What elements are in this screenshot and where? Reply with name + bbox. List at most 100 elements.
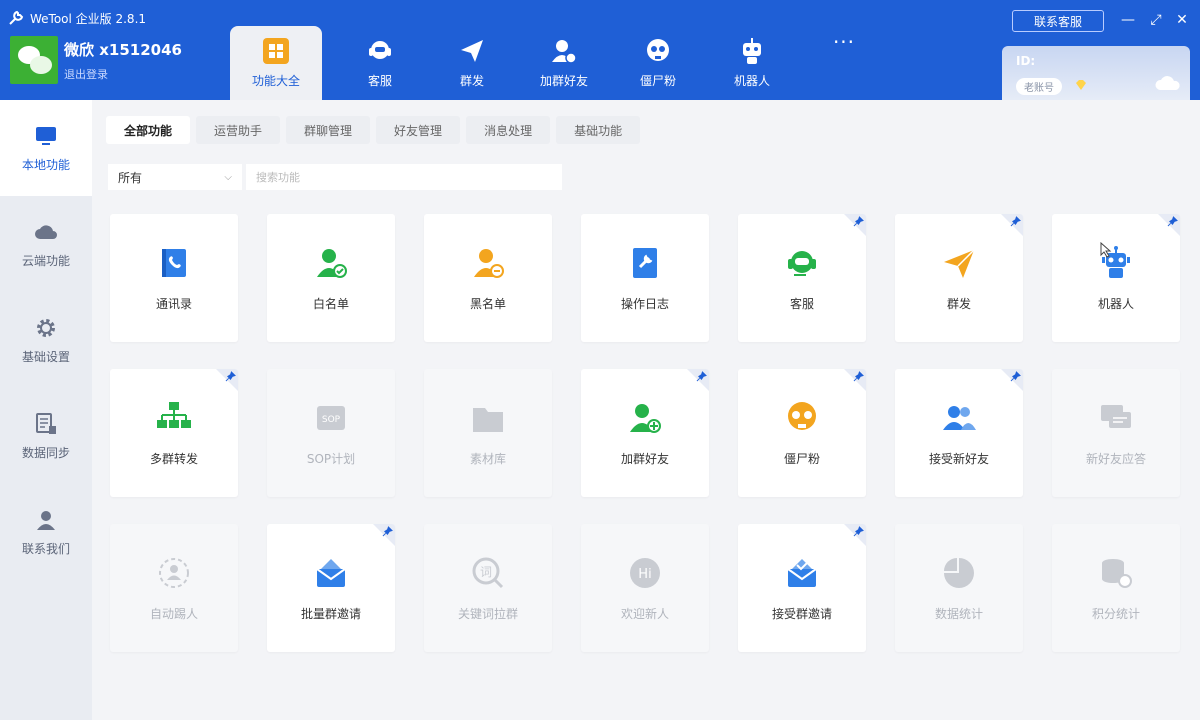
function-card[interactable]: 词关键词拉群	[424, 524, 552, 652]
search-input[interactable]	[246, 164, 562, 190]
sidebar-item-data-sync[interactable]: 数据同步	[0, 388, 92, 484]
function-card[interactable]: 黑名单	[424, 214, 552, 342]
sidebar-item-cloud-functions[interactable]: 云端功能	[0, 196, 92, 292]
headset-icon	[369, 41, 391, 59]
category-select[interactable]: 所有 ⌵	[108, 164, 242, 190]
sub-tab-friend-management[interactable]: 好友管理	[376, 116, 461, 144]
top-tab-label: 功能大全	[251, 74, 300, 88]
function-card-label: 群发	[946, 296, 971, 311]
function-card[interactable]: 接受群邀请	[738, 524, 866, 652]
top-tab-functions[interactable]: 功能大全	[230, 26, 322, 100]
function-card[interactable]: 客服	[738, 214, 866, 342]
function-card[interactable]: 多群转发	[110, 369, 238, 497]
more-tabs-button[interactable]: ···	[798, 26, 890, 100]
send-icon	[944, 248, 975, 278]
function-card-label: 新好友应答	[1085, 451, 1146, 466]
pin-icon[interactable]	[844, 214, 866, 236]
contact-service-button[interactable]: 联系客服	[1012, 10, 1104, 32]
pin-icon[interactable]	[1001, 214, 1023, 236]
function-card[interactable]: 批量群邀请	[267, 524, 395, 652]
skull-icon	[647, 39, 669, 61]
function-card[interactable]: 白名单	[267, 214, 395, 342]
folder-icon	[473, 407, 503, 432]
diamond-icon	[1076, 80, 1086, 90]
sub-tab-operations[interactable]: 运营助手	[196, 116, 281, 144]
top-tab-robot[interactable]: 机器人	[706, 26, 798, 100]
function-card[interactable]: 自动踢人	[110, 524, 238, 652]
kick-user-icon	[159, 557, 189, 588]
function-card-label: 操作日志	[620, 296, 669, 311]
function-card[interactable]: 僵尸粉	[738, 369, 866, 497]
function-card-label: 数据统计	[934, 606, 983, 621]
mouse-cursor-icon	[1100, 242, 1112, 258]
sop-icon: SOP	[317, 405, 345, 430]
mail-accept-icon	[787, 558, 817, 587]
minimize-icon[interactable]: —	[1118, 10, 1138, 30]
function-card[interactable]: 素材库	[424, 369, 552, 497]
org-tree-icon	[157, 401, 191, 428]
function-card[interactable]: 加群好友	[581, 369, 709, 497]
chevron-down-icon: ⌵	[224, 171, 232, 183]
function-card[interactable]: Hi 欢迎新人	[581, 524, 709, 652]
function-card-label: 机器人	[1097, 296, 1134, 311]
function-card[interactable]: 积分统计	[1052, 524, 1180, 652]
top-tab-zombie-fans[interactable]: 僵尸粉	[612, 26, 704, 100]
pin-icon[interactable]	[1158, 214, 1180, 236]
function-card[interactable]: 接受新好友	[895, 369, 1023, 497]
svg-text:词: 词	[480, 565, 492, 579]
function-card[interactable]: 数据统计	[895, 524, 1023, 652]
top-tab-label: 加群好友	[539, 74, 588, 88]
sidebar-item-contact-us[interactable]: 联系我们	[0, 484, 92, 580]
function-card-label: 自动踢人	[149, 606, 198, 621]
whitelist-user-icon	[317, 248, 347, 278]
close-icon[interactable]: ✕	[1172, 10, 1192, 30]
function-card[interactable]: 新好友应答	[1052, 369, 1180, 497]
id-panel: ID: 老账号	[1002, 46, 1190, 100]
function-card-label: 黑名单	[469, 296, 506, 311]
function-card-label: 接受群邀请	[771, 606, 832, 621]
sidebar-item-basic-settings[interactable]: 基础设置	[0, 292, 92, 388]
sidebar-item-local-functions[interactable]: 本地功能	[0, 100, 92, 196]
function-card[interactable]: 操作日志	[581, 214, 709, 342]
top-tab-broadcast[interactable]: 群发	[426, 26, 518, 100]
add-friend-icon	[630, 403, 661, 433]
maximize-icon[interactable]: ⤢	[1146, 10, 1166, 30]
top-tab-add-friends[interactable]: 加群好友	[518, 26, 610, 100]
sub-tab-message-processing[interactable]: 消息处理	[466, 116, 551, 144]
avatar[interactable]	[10, 36, 58, 84]
wetool-logo-icon	[9, 10, 24, 25]
function-card-label: 积分统计	[1091, 606, 1140, 621]
sub-tab-basic-functions[interactable]: 基础功能	[556, 116, 641, 144]
sidebar: 本地功能 云端功能 基础设置 数据同步 联系我们	[0, 100, 92, 720]
top-bar: WeTool 企业版 2.8.1 微欣 x1512046 退出登录 功能大全 客…	[0, 0, 1200, 100]
logout-link[interactable]: 退出登录	[64, 66, 182, 82]
sub-tab-all[interactable]: 全部功能	[106, 116, 191, 144]
pin-icon[interactable]	[844, 524, 866, 546]
function-card[interactable]: 机器人	[1052, 214, 1180, 342]
sidebar-item-label: 基础设置	[21, 349, 70, 364]
function-card-label: 客服	[789, 296, 814, 311]
hi-icon: Hi	[630, 557, 660, 588]
pin-icon[interactable]	[373, 524, 395, 546]
pin-icon[interactable]	[1001, 369, 1023, 391]
headset-icon	[788, 250, 816, 276]
cloud-icon	[35, 224, 57, 239]
app-title: WeTool 企业版 2.8.1	[30, 11, 147, 26]
pin-icon[interactable]	[844, 369, 866, 391]
blacklist-user-icon	[474, 248, 504, 278]
top-tab-customer-service[interactable]: 客服	[334, 26, 426, 100]
function-card[interactable]: 通讯录	[110, 214, 238, 342]
function-card[interactable]: 群发	[895, 214, 1023, 342]
sub-tab-group-management[interactable]: 群聊管理	[286, 116, 371, 144]
svg-text:Hi: Hi	[638, 567, 651, 582]
id-label: ID:	[1016, 54, 1036, 68]
pin-icon[interactable]	[687, 369, 709, 391]
gear-icon	[37, 318, 55, 337]
function-card[interactable]: SOP SOP计划	[267, 369, 395, 497]
function-card-label: 批量群邀请	[300, 606, 361, 621]
pin-icon[interactable]	[216, 369, 238, 391]
monitor-icon	[36, 126, 56, 145]
pie-chart-icon	[944, 557, 974, 588]
function-card-label: 通讯录	[155, 296, 192, 311]
chat-icon	[1101, 404, 1131, 428]
